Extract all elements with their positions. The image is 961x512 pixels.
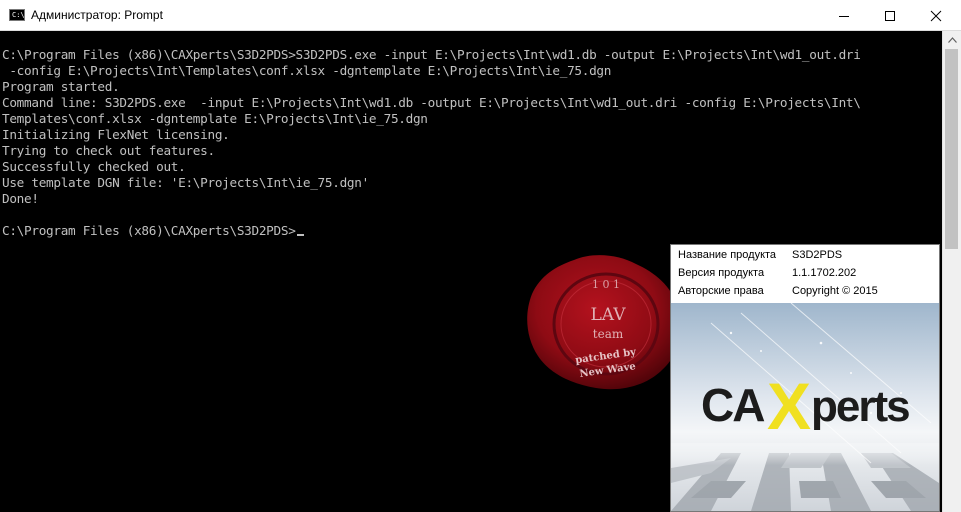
- scroll-thumb[interactable]: [945, 49, 958, 249]
- product-version-label: Версия продукта: [678, 267, 765, 279]
- console-prompt: C:\Program Files (x86)\CAXperts\S3D2PDS>: [2, 223, 296, 238]
- console-line: C:\Program Files (x86)\CAXperts\S3D2PDS>…: [2, 47, 861, 62]
- maximize-button[interactable]: [867, 0, 913, 31]
- console-line: Templates\conf.xlsx -dgntemplate E:\Proj…: [2, 111, 428, 126]
- console-line: Program started.: [2, 79, 120, 94]
- wax-seal: 1 0 1 LAV team patched by New Wave: [522, 252, 687, 392]
- minimize-button[interactable]: [821, 0, 867, 31]
- logo-x-text: X: [767, 369, 811, 443]
- product-name-label: Название продукта: [678, 249, 777, 261]
- title-bar[interactable]: C:\ Администратор: Prompt: [0, 0, 961, 31]
- chevron-up-icon: [947, 36, 957, 43]
- maximize-icon: [885, 10, 895, 21]
- close-button[interactable]: [913, 0, 959, 31]
- close-icon: [930, 10, 942, 21]
- console-line: Successfully checked out.: [2, 159, 186, 174]
- console-line: Done!: [2, 191, 39, 206]
- seal-line: team: [593, 327, 624, 341]
- window-title: Администратор: Prompt: [31, 8, 163, 22]
- product-version-row: Версия продукта 1.1.1702.202: [671, 265, 939, 283]
- scroll-up-button[interactable]: [943, 31, 961, 48]
- logo-perts-text: perts: [811, 382, 909, 431]
- copyright-label: Авторские права: [678, 285, 764, 297]
- product-info-panel: Название продукта S3D2PDS Версия продукт…: [671, 245, 939, 304]
- seal-line: LAV: [591, 305, 627, 325]
- console-line: -config E:\Projects\Int\Templates\conf.x…: [2, 63, 612, 78]
- splash-image: CA X perts: [671, 302, 939, 511]
- text-cursor: [296, 234, 304, 236]
- minimize-icon: [839, 15, 849, 17]
- console-prompt-line[interactable]: C:\Program Files (x86)\CAXperts\S3D2PDS>: [2, 223, 304, 239]
- vertical-scrollbar[interactable]: [942, 31, 961, 512]
- product-version-value: 1.1.1702.202: [792, 267, 857, 279]
- splash-window: Название продукта S3D2PDS Версия продукт…: [670, 244, 940, 512]
- product-name-row: Название продукта S3D2PDS: [671, 247, 939, 265]
- copyright-value: Copyright © 2015: [792, 285, 878, 297]
- console-line: Trying to check out features.: [2, 143, 215, 158]
- logo-ca-text: CA: [701, 379, 764, 431]
- seal-arc-text: 1 0 1: [592, 278, 620, 291]
- console-line: Command line: S3D2PDS.exe -input E:\Proj…: [2, 95, 861, 110]
- console-line: Initializing FlexNet licensing.: [2, 127, 230, 142]
- copyright-row: Авторские права Copyright © 2015: [671, 283, 939, 301]
- console-line: Use template DGN file: 'E:\Projects\Int\…: [2, 175, 369, 190]
- console-icon[interactable]: C:\: [9, 9, 25, 21]
- product-name-value: S3D2PDS: [792, 249, 843, 261]
